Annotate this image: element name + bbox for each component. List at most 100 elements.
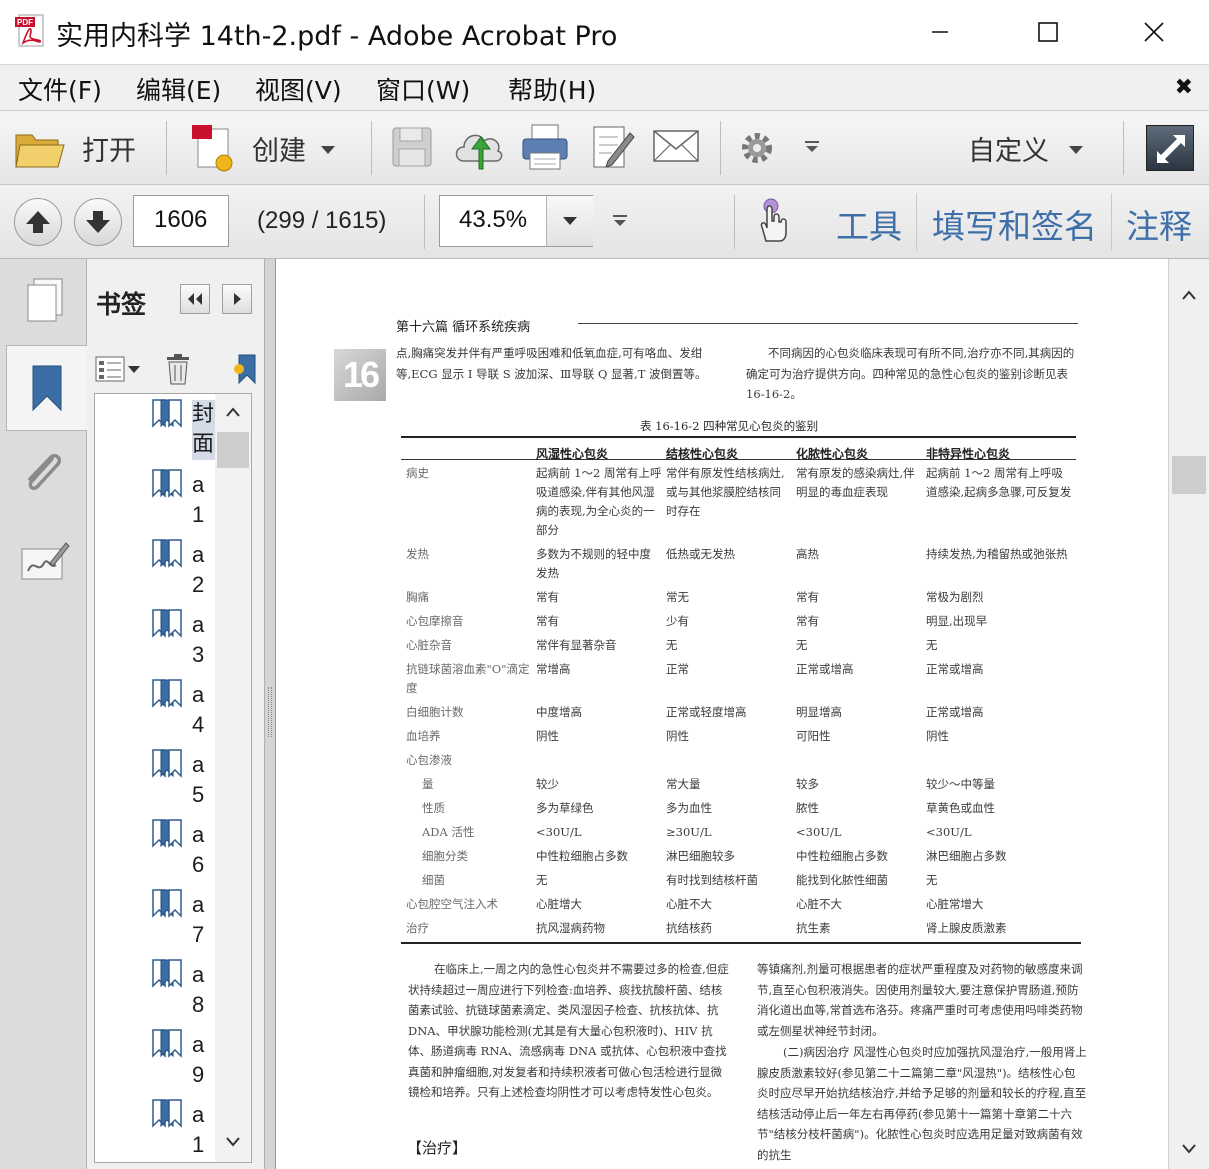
table-cell: 常有 [536, 614, 559, 628]
document-scrollbar[interactable] [1168, 259, 1209, 1169]
bookmark-item[interactable]: a3 [95, 604, 215, 674]
menu-help[interactable]: 帮助(H) [508, 71, 596, 107]
trash-icon[interactable] [165, 353, 191, 385]
bookmark-item[interactable]: a9 [95, 1024, 215, 1094]
signature-icon[interactable] [20, 539, 70, 583]
previous-page-button[interactable] [14, 198, 62, 246]
bookmark-label: a4 [192, 682, 205, 737]
menu-window[interactable]: 窗口(W) [376, 71, 470, 107]
bookmark-icon [152, 539, 182, 568]
bookmark-list: 封面 a1 a2 a3 a4 a5 a6 a7 a8 a9 a1 [94, 393, 252, 1163]
svg-text:PDF: PDF [17, 18, 33, 27]
pane-splitter[interactable] [265, 259, 275, 1169]
bookmark-label: a2 [192, 542, 205, 597]
toolbar-divider [734, 195, 735, 249]
toolbar-overflow-icon[interactable] [804, 139, 820, 155]
table-cell: <30U/L [536, 825, 582, 839]
navigation-pane-rail [0, 259, 88, 1169]
tab-fill-sign[interactable]: 填写和签名 [932, 200, 1097, 248]
expand-panel-button[interactable] [222, 284, 252, 314]
options-menu-icon[interactable] [95, 355, 145, 383]
save-icon[interactable] [390, 125, 434, 169]
table-cell: 多为草绿色 [536, 801, 594, 815]
zoom-value[interactable]: 43.5% [459, 206, 527, 234]
bookmark-icon [152, 679, 182, 708]
bookmark-item[interactable]: a7 [95, 884, 215, 954]
table-cell: 无 [926, 873, 938, 887]
scroll-down-icon[interactable] [225, 1136, 241, 1148]
table-cell: 持续发热,为稽留热或弛张热 [926, 547, 1068, 561]
maximize-button[interactable] [1013, 10, 1083, 54]
table-cell: 较多 [796, 777, 819, 791]
bookmark-scrollbar[interactable] [215, 394, 251, 1162]
attachment-icon[interactable] [22, 451, 66, 497]
customize-button[interactable]: 自定义 [960, 117, 1090, 179]
table-cell: 中度增高 [536, 705, 582, 719]
table-row: 心包摩擦音 常有 少有 常有 明显,出现早 [406, 610, 1076, 634]
table-cell: 心包摩擦音 [406, 614, 464, 628]
document-view[interactable]: 第十六篇 循环系统疾病 16 点,胸痛突发并伴有严重呼吸困难和低氧血症,可有咯血… [275, 259, 1168, 1169]
create-button[interactable]: 创建 [182, 117, 347, 179]
minimize-button[interactable] [905, 10, 975, 54]
table-cell: 治疗 [406, 921, 429, 935]
table-cell: 常有 [796, 614, 819, 628]
bookmark-item[interactable]: 封面 [95, 394, 216, 464]
bookmark-item[interactable]: a5 [95, 744, 215, 814]
full-screen-button[interactable] [1146, 125, 1194, 171]
page-thumbnails-icon[interactable] [24, 277, 66, 323]
table-cell: 白细胞计数 [406, 705, 464, 719]
tab-tools[interactable]: 工具 [836, 200, 902, 248]
bookmark-item[interactable]: a4 [95, 674, 215, 744]
bookmark-item[interactable]: a1 [95, 1094, 215, 1162]
table-cell: 病史 [406, 466, 429, 480]
bookmark-item[interactable]: a6 [95, 814, 215, 884]
table-row: 心包腔空气注入术 心脏增大 心脏不大 心脏不大 心脏常增大 [406, 893, 1076, 917]
table-cell: 无 [536, 873, 548, 887]
chapter-badge: 16 [334, 349, 386, 401]
maximize-icon [1038, 22, 1058, 42]
table-cell: 淋巴细胞较多 [666, 849, 735, 863]
email-icon[interactable] [652, 129, 700, 163]
page-number-input[interactable]: 1606 [133, 195, 229, 247]
hand-tool-icon[interactable] [752, 197, 794, 245]
edit-document-icon[interactable] [590, 123, 636, 171]
tab-comment[interactable]: 注释 [1126, 200, 1192, 248]
chevron-down-icon [321, 146, 335, 154]
toolbar-overflow-icon[interactable] [612, 213, 628, 229]
open-button[interactable]: 打开 [8, 117, 148, 179]
table-bottom-rule [401, 942, 1081, 944]
table-header: 非特异性心包炎 [926, 447, 1011, 461]
collapse-panel-button[interactable] [180, 284, 210, 314]
bookmarks-rail-tab[interactable] [6, 345, 88, 431]
menu-file[interactable]: 文件(F) [18, 71, 102, 107]
bookmark-item[interactable]: a8 [95, 954, 215, 1024]
document-scroll-thumb[interactable] [1172, 456, 1206, 494]
scroll-down-icon[interactable] [1181, 1143, 1197, 1155]
menu-view[interactable]: 视图(V) [255, 71, 342, 107]
menu-edit[interactable]: 编辑(E) [136, 71, 221, 107]
bookmark-label: a5 [192, 752, 205, 807]
bookmark-scroll-thumb[interactable] [217, 432, 249, 468]
next-page-button[interactable] [74, 198, 122, 246]
bookmark-icon [152, 399, 182, 428]
scroll-up-icon[interactable] [225, 406, 241, 418]
table-cell: 抗生素 [796, 921, 831, 935]
table-cell: 低热或无发热 [666, 547, 735, 561]
zoom-dropdown-button[interactable] [546, 196, 593, 246]
close-document-icon[interactable]: ✖ [1175, 75, 1193, 100]
table-row: 细胞分类 中性粒细胞占多数 淋巴细胞较多 中性粒细胞占多数 淋巴细胞占多数 [406, 845, 1076, 869]
bookmark-item[interactable]: a2 [95, 534, 215, 604]
scroll-up-icon[interactable] [1181, 289, 1197, 301]
new-bookmark-icon[interactable] [233, 353, 257, 385]
table-top-rule [401, 436, 1076, 438]
print-icon[interactable] [520, 123, 570, 171]
close-button[interactable] [1119, 10, 1189, 54]
double-chevron-left-icon [188, 293, 202, 305]
cloud-upload-icon[interactable] [452, 123, 506, 171]
table-cell: 心包渗液 [406, 753, 452, 767]
table-cell: 细胞分类 [422, 849, 468, 863]
gear-icon[interactable] [738, 129, 776, 167]
bookmark-item[interactable]: a1 [95, 464, 215, 534]
zoom-select[interactable]: 43.5% [439, 195, 593, 247]
bookmark-icon [152, 1029, 182, 1058]
